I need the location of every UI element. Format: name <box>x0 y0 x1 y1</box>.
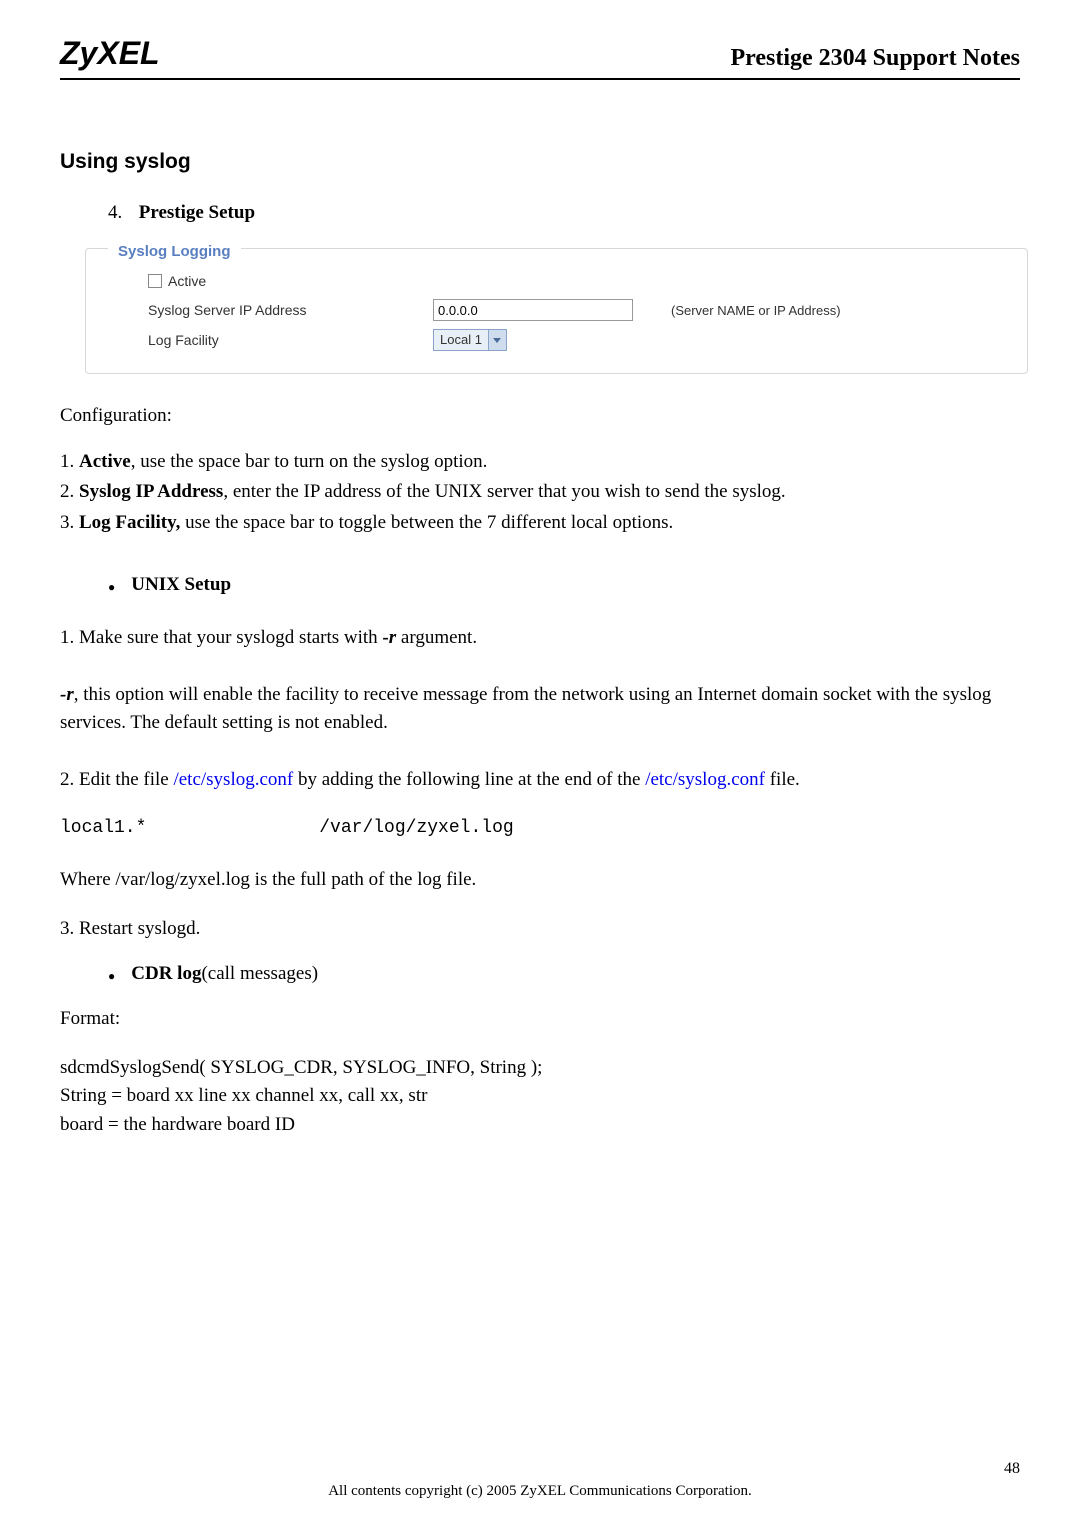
text: file. <box>765 769 800 790</box>
page-header: ZyXEL Prestige 2304 Support Notes <box>60 35 1020 80</box>
text: by adding the following line at the end … <box>293 769 645 790</box>
bullet-item-cdr: ● CDR log(call messages) <box>108 963 1020 985</box>
config-bold: Syslog IP Address <box>79 481 223 502</box>
unix-p5: 3. Restart syslogd. <box>60 915 1020 944</box>
flag-r: -r <box>382 627 396 648</box>
config-prefix: 3. <box>60 512 79 533</box>
format-block: sdcmdSyslogSend( SYSLOG_CDR, SYSLOG_INFO… <box>60 1054 1020 1140</box>
config-prefix: 1. <box>60 451 79 472</box>
format-heading: Format: <box>60 1005 1020 1034</box>
zyxel-logo: ZyXEL <box>60 35 160 72</box>
panel-legend: Syslog Logging <box>108 243 241 260</box>
list-number: 4. <box>108 202 134 224</box>
bullet-list-unix: ● UNIX Setup <box>108 574 1020 596</box>
unix-p3: 2. Edit the file /etc/syslog.conf by add… <box>60 766 1020 795</box>
configuration-list: 1. Active, use the space bar to turn on … <box>60 449 1020 537</box>
format-line-2: String = board xx line xx channel xx, ca… <box>60 1082 1020 1111</box>
list-item-prestige-setup: 4. Prestige Setup <box>108 202 1020 224</box>
cdr-rest: (call messages) <box>201 963 318 984</box>
config-rest: , use the space bar to turn on the syslo… <box>131 451 488 472</box>
config-rest: , enter the IP address of the UNIX serve… <box>223 481 785 502</box>
config-item-1: 1. Active, use the space bar to turn on … <box>60 449 1020 476</box>
facility-value: Local 1 <box>434 330 488 350</box>
log-facility-select[interactable]: Local 1 <box>433 329 507 351</box>
cdr-bold: CDR log <box>131 963 201 984</box>
ip-address-input[interactable] <box>433 299 633 321</box>
unix-p4: Where /var/log/zyxel.log is the full pat… <box>60 866 1020 895</box>
configuration-heading: Configuration: <box>60 402 1020 431</box>
footer-copyright: All contents copyright (c) 2005 ZyXEL Co… <box>0 1483 1080 1500</box>
ip-label: Syslog Server IP Address <box>148 302 433 318</box>
page-number: 48 <box>1004 1460 1020 1478</box>
numbered-list: 4. Prestige Setup <box>108 202 1020 224</box>
unix-setup-label: UNIX Setup <box>131 574 231 596</box>
config-rest: use the space bar to toggle between the … <box>180 512 673 533</box>
bullet-list-cdr: ● CDR log(call messages) <box>108 963 1020 985</box>
facility-label: Log Facility <box>148 332 433 348</box>
cdr-label: CDR log(call messages) <box>131 963 318 985</box>
active-checkbox[interactable] <box>148 274 162 288</box>
code-block: local1.* /var/log/zyxel.log <box>60 818 1020 838</box>
config-bold: Log Facility, <box>79 512 180 533</box>
panel-body: Active Syslog Server IP Address (Server … <box>86 273 1027 351</box>
syslog-logging-panel: Syslog Logging Active Syslog Server IP A… <box>85 248 1028 374</box>
format-line-1: sdcmdSyslogSend( SYSLOG_CDR, SYSLOG_INFO… <box>60 1054 1020 1083</box>
log-facility-row: Log Facility Local 1 <box>148 329 987 351</box>
text: argument. <box>396 627 477 648</box>
active-label: Active <box>168 273 206 289</box>
active-row: Active <box>148 273 987 289</box>
section-heading: Using syslog <box>60 150 1020 174</box>
config-bold: Active <box>79 451 131 472</box>
config-item-3: 3. Log Facility, use the space bar to to… <box>60 510 1020 537</box>
bullet-icon: ● <box>108 580 115 596</box>
chevron-down-icon <box>488 330 506 350</box>
config-prefix: 2. <box>60 481 79 502</box>
ip-hint: (Server NAME or IP Address) <box>671 303 841 318</box>
text: 2. Edit the file <box>60 769 173 790</box>
document-title: Prestige 2304 Support Notes <box>730 45 1020 72</box>
config-item-2: 2. Syslog IP Address, enter the IP addre… <box>60 479 1020 506</box>
unix-p2: -r, this option will enable the facility… <box>60 681 1020 738</box>
bullet-icon: ● <box>108 969 115 985</box>
flag-r: -r <box>60 684 74 705</box>
text: , this option will enable the facility t… <box>60 684 991 734</box>
list-label: Prestige Setup <box>139 202 255 223</box>
ip-address-row: Syslog Server IP Address (Server NAME or… <box>148 299 987 321</box>
syslog-conf-link[interactable]: /etc/syslog.conf <box>173 769 293 790</box>
bullet-item-unix: ● UNIX Setup <box>108 574 1020 596</box>
unix-p1: 1. Make sure that your syslogd starts wi… <box>60 624 1020 653</box>
format-line-3: board = the hardware board ID <box>60 1111 1020 1140</box>
text: 1. Make sure that your syslogd starts wi… <box>60 627 382 648</box>
syslog-conf-link-2[interactable]: /etc/syslog.conf <box>645 769 765 790</box>
